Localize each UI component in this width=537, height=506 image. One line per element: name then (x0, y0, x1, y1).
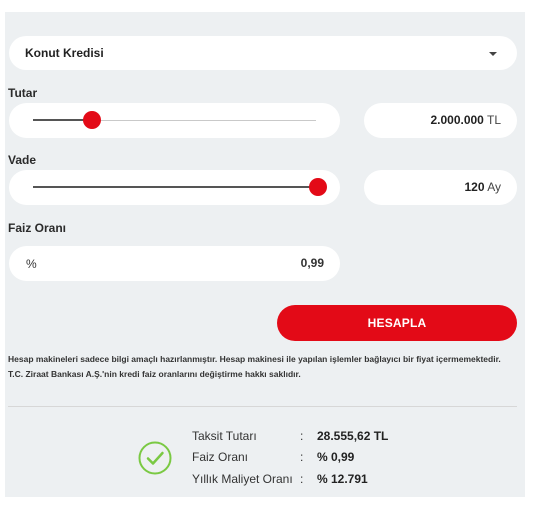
amount-slider-fill (33, 119, 90, 121)
amount-value: 2.000.000 TL (430, 113, 501, 127)
term-label: Vade (8, 153, 37, 167)
result-colon: : (300, 450, 304, 464)
result-label-installment: Taksit Tutarı (192, 429, 257, 443)
result-value-installment: 28.555,62 TL (317, 429, 389, 443)
term-slider[interactable] (9, 170, 340, 205)
term-slider-handle[interactable] (309, 178, 327, 196)
term-value: 120 Ay (464, 180, 502, 194)
term-slider-fill (33, 186, 316, 188)
rate-field[interactable]: % 0,99 (9, 246, 340, 281)
result-value-rate: % 0,99 (317, 450, 355, 464)
calculate-button[interactable]: HESAPLA (277, 305, 517, 341)
loan-type-selected: Konut Kredisi (25, 46, 104, 60)
disclaimer-text: Hesap makineleri sadece bilgi amaçlı haz… (8, 354, 501, 379)
result-label-annual-cost: Yıllık Maliyet Oranı (192, 472, 293, 486)
divider (8, 406, 517, 407)
loan-type-select[interactable]: Konut Kredisi (9, 36, 517, 70)
amount-field[interactable]: 2.000.000 TL (364, 103, 517, 138)
rate-value: 0,99 (300, 256, 324, 270)
amount-slider-handle[interactable] (83, 111, 101, 129)
result-colon: : (300, 472, 304, 486)
chevron-down-icon (489, 52, 497, 56)
amount-label: Tutar (8, 86, 38, 100)
result-label-rate: Faiz Oranı (192, 450, 249, 464)
term-field[interactable]: 120 Ay (364, 170, 517, 205)
rate-prefix: % (26, 257, 37, 271)
amount-slider[interactable] (9, 103, 340, 138)
rate-label: Faiz Oranı (8, 221, 67, 235)
result-colon: : (300, 429, 304, 443)
result-value-annual-cost: % 12.791 (317, 472, 368, 486)
check-circle-icon (138, 441, 172, 475)
